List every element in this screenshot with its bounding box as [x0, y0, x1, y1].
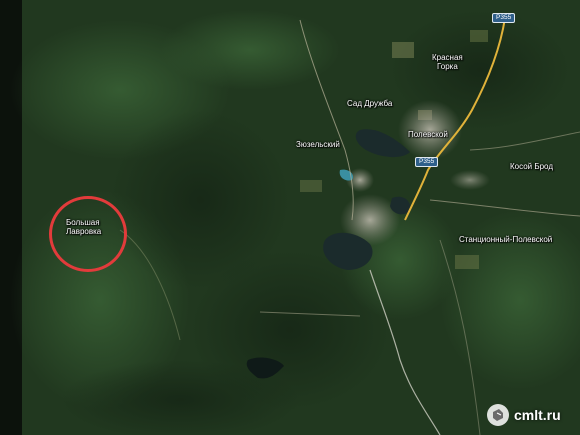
satellite-map[interactable]: Р355 Р355 Красная Горка Сад Дружба Полев… [0, 0, 580, 435]
place-label-polevskoy[interactable]: Полевской [408, 130, 448, 139]
place-label-stantsionny[interactable]: Станционный-Полевской [459, 235, 552, 244]
watermark: cmlt.ru [486, 398, 576, 432]
place-label-krasnaya-gorka[interactable]: Красная Горка [432, 53, 463, 71]
road-shield-center: Р355 [415, 157, 439, 167]
cmlt-logo-icon [487, 404, 509, 426]
road-shield-north: Р355 [492, 13, 516, 23]
watermark-text: cmlt.ru [514, 407, 561, 423]
place-label-bolshaya-lavrovka[interactable]: Большая Лавровка [66, 218, 101, 236]
place-label-sad-druzhba[interactable]: Сад Дружба [347, 99, 392, 108]
place-label-zyuzelsky[interactable]: Зюзельский [296, 140, 340, 149]
place-label-kossi-brod[interactable]: Косой Брод [510, 162, 553, 171]
